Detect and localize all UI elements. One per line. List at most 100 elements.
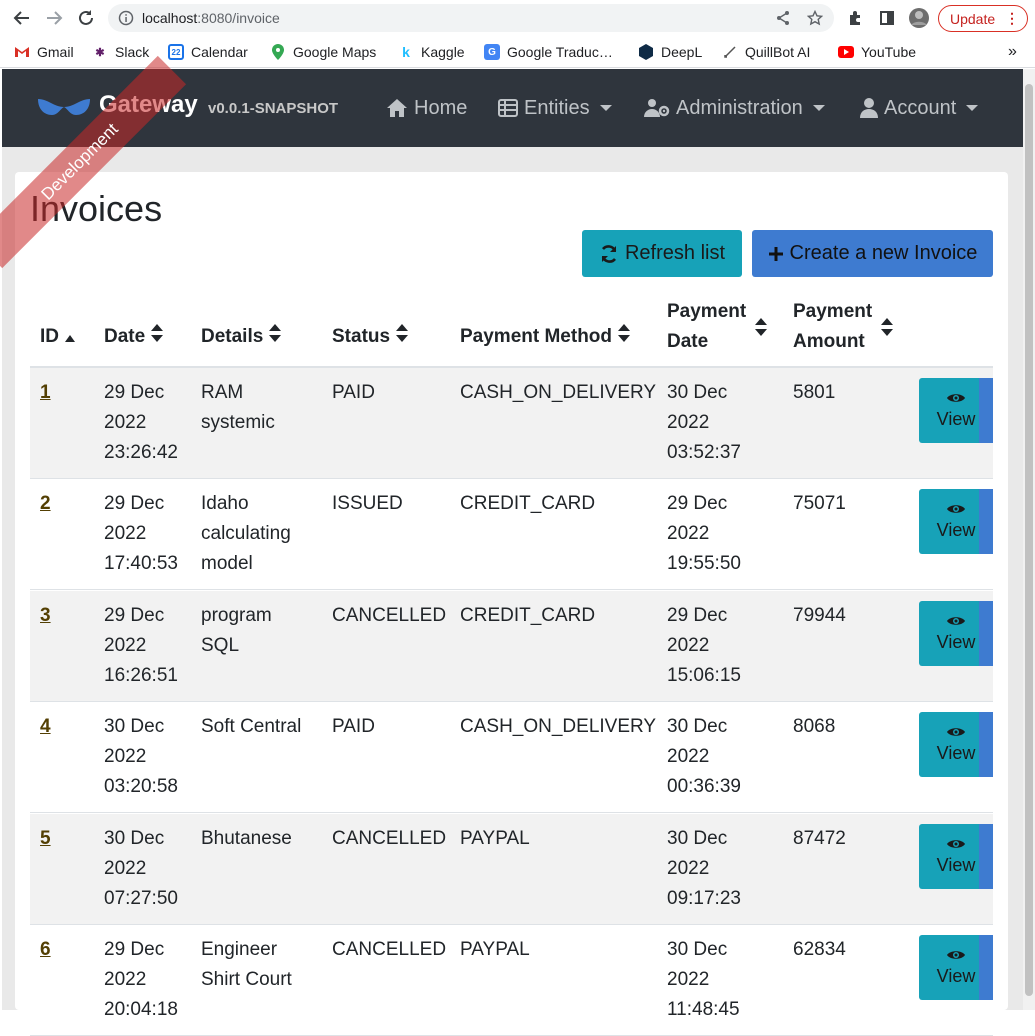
nav-account-label: Account xyxy=(884,96,957,119)
cell-payment-date: 30 Dec 2022 11:48:45 xyxy=(667,939,740,1020)
bookmark-deepl[interactable]: DeepL xyxy=(638,42,702,62)
cell-payment-method: PAYPAL xyxy=(460,827,530,849)
table-row: 3 29 Dec 2022 16:26:51 program SQL CANCELLED CR… xyxy=(30,590,993,702)
info-icon[interactable] xyxy=(117,9,135,27)
bookmark-kaggle[interactable]: k Kaggle xyxy=(398,42,465,62)
bookmark-label: DeepL xyxy=(661,44,703,60)
bookmark-label: Google Traduc… xyxy=(507,44,613,60)
reload-icon[interactable] xyxy=(74,6,98,30)
cell-payment-amount: 5801 xyxy=(793,382,836,403)
sort-icon[interactable] xyxy=(881,318,893,340)
cell-payment-method: PAYPAL xyxy=(460,939,530,960)
cell-payment-date: 30 Dec 2022 09:17:23 xyxy=(667,827,741,909)
cell-payment-amount: 87472 xyxy=(793,827,846,849)
kaggle-icon: k xyxy=(402,44,410,60)
bookmark-slack[interactable]: ✱ Slack xyxy=(92,42,149,62)
invoice-id-link[interactable]: 6 xyxy=(40,935,51,965)
cell-status: CANCELLED xyxy=(332,604,447,626)
cell-date: 30 Dec 2022 03:20:58 xyxy=(104,716,178,798)
menu-dots-icon[interactable]: ⋮ xyxy=(1005,10,1019,27)
invoice-id-link[interactable]: 5 xyxy=(40,824,51,854)
sort-icon xyxy=(396,322,409,352)
table-row: 2 29 Dec 2022 17:40:53 Idaho calculating model… xyxy=(30,479,993,591)
chevron-down-icon xyxy=(812,105,825,111)
users-cog-icon xyxy=(644,99,670,117)
invoice-id-link[interactable]: 2 xyxy=(40,489,51,519)
bookmark-google-translate[interactable]: G Google Traduc… xyxy=(484,42,613,62)
gmail-icon xyxy=(14,44,30,60)
bookmark-star-icon[interactable] xyxy=(806,9,824,27)
cell-payment-amount: 75071 xyxy=(793,493,846,515)
sort-icon[interactable] xyxy=(755,318,767,340)
edit-button[interactable] xyxy=(979,823,993,889)
update-label: Update xyxy=(950,10,996,27)
back-icon[interactable] xyxy=(10,6,34,30)
nav-home-label: Home xyxy=(414,96,468,119)
sort-up-icon xyxy=(65,322,75,352)
profile-avatar-icon[interactable] xyxy=(907,6,931,30)
edit-button[interactable] xyxy=(979,600,993,666)
header-payment-amount[interactable]: Payment Amount xyxy=(793,297,872,357)
side-panel-icon[interactable] xyxy=(875,6,899,30)
eye-icon xyxy=(947,617,965,625)
cell-date: 29 Dec 2022 16:26:51 xyxy=(104,604,178,686)
gateway-logo-icon[interactable] xyxy=(36,95,92,123)
create-invoice-button[interactable]: Create a new Invoice xyxy=(752,230,993,277)
plus-icon xyxy=(768,246,783,261)
sort-icon xyxy=(269,322,282,352)
header-payment-date[interactable]: Payment Date xyxy=(667,297,746,357)
cell-date: 29 Dec 2022 17:40:53 xyxy=(104,493,178,575)
header-payment-method[interactable]: Payment Method xyxy=(460,322,631,352)
scrollbar-thumb[interactable] xyxy=(1025,84,1033,996)
youtube-icon xyxy=(838,44,854,60)
nav-entities[interactable]: Entities xyxy=(498,95,612,121)
bookmark-google-maps[interactable]: Google Maps xyxy=(270,42,376,62)
more-bookmarks-icon[interactable]: » xyxy=(1008,42,1017,62)
bookmark-calendar[interactable]: 22 Calendar xyxy=(168,42,248,62)
cell-payment-date: 30 Dec 2022 00:36:39 xyxy=(667,716,741,798)
cell-payment-method: CREDIT_CARD xyxy=(460,604,596,626)
cell-date: 29 Dec 2022 23:26:42 xyxy=(104,382,178,463)
extensions-icon[interactable] xyxy=(843,6,867,30)
address-bar[interactable]: localhost:8080/invoice xyxy=(108,4,834,32)
bookmark-youtube[interactable]: YouTube xyxy=(838,42,916,62)
cell-status: PAID xyxy=(332,716,375,738)
update-button[interactable]: Update ⋮ xyxy=(938,5,1028,32)
cell-details: Bhutanese xyxy=(201,827,292,849)
invoice-id-link[interactable]: 4 xyxy=(40,712,51,742)
cell-details: program SQL xyxy=(201,604,272,656)
header-status[interactable]: Status xyxy=(332,322,409,352)
nav-administration[interactable]: Administration xyxy=(644,95,825,121)
view-label: View xyxy=(936,520,976,541)
calendar-icon: 22 xyxy=(168,44,184,60)
edit-button[interactable] xyxy=(979,378,993,443)
table-row: 6 29 Dec 2022 20:04:18 Engineer Shirt Court CA… xyxy=(30,925,993,1036)
bookmark-label: Slack xyxy=(115,44,150,60)
edit-button[interactable] xyxy=(979,935,993,1000)
edit-button[interactable] xyxy=(979,489,993,555)
bookmark-label: QuillBot AI xyxy=(745,44,811,60)
nav-home[interactable]: Home xyxy=(386,95,467,121)
bookmark-label: YouTube xyxy=(861,44,917,60)
maps-pin-icon xyxy=(270,44,286,60)
cell-payment-method: CASH_ON_DELIVERY xyxy=(460,382,657,403)
forward-icon[interactable] xyxy=(42,6,66,30)
refresh-list-button[interactable]: Refresh list xyxy=(582,230,742,277)
browser-toolbar: localhost:8080/invoice Update ⋮ xyxy=(0,0,1035,36)
table-row: 4 30 Dec 2022 03:20:58 Soft Central PAID CASH_… xyxy=(30,702,993,814)
header-id[interactable]: ID xyxy=(40,322,75,352)
share-icon[interactable] xyxy=(774,9,792,27)
nav-entities-label: Entities xyxy=(524,96,590,119)
cell-details: Soft Central xyxy=(201,716,302,738)
bookmark-gmail[interactable]: Gmail xyxy=(14,42,74,62)
edit-button[interactable] xyxy=(979,712,993,778)
deepl-icon xyxy=(638,44,654,60)
invoice-id-link[interactable]: 3 xyxy=(40,601,51,631)
header-details[interactable]: Details xyxy=(201,322,282,352)
nav-account[interactable]: Account xyxy=(860,95,979,121)
header-date[interactable]: Date xyxy=(104,322,164,352)
cell-payment-amount: 8068 xyxy=(793,716,836,738)
sort-icon xyxy=(618,322,631,352)
invoice-id-link[interactable]: 1 xyxy=(40,378,51,408)
bookmark-quillbot[interactable]: QuillBot AI xyxy=(722,42,810,62)
